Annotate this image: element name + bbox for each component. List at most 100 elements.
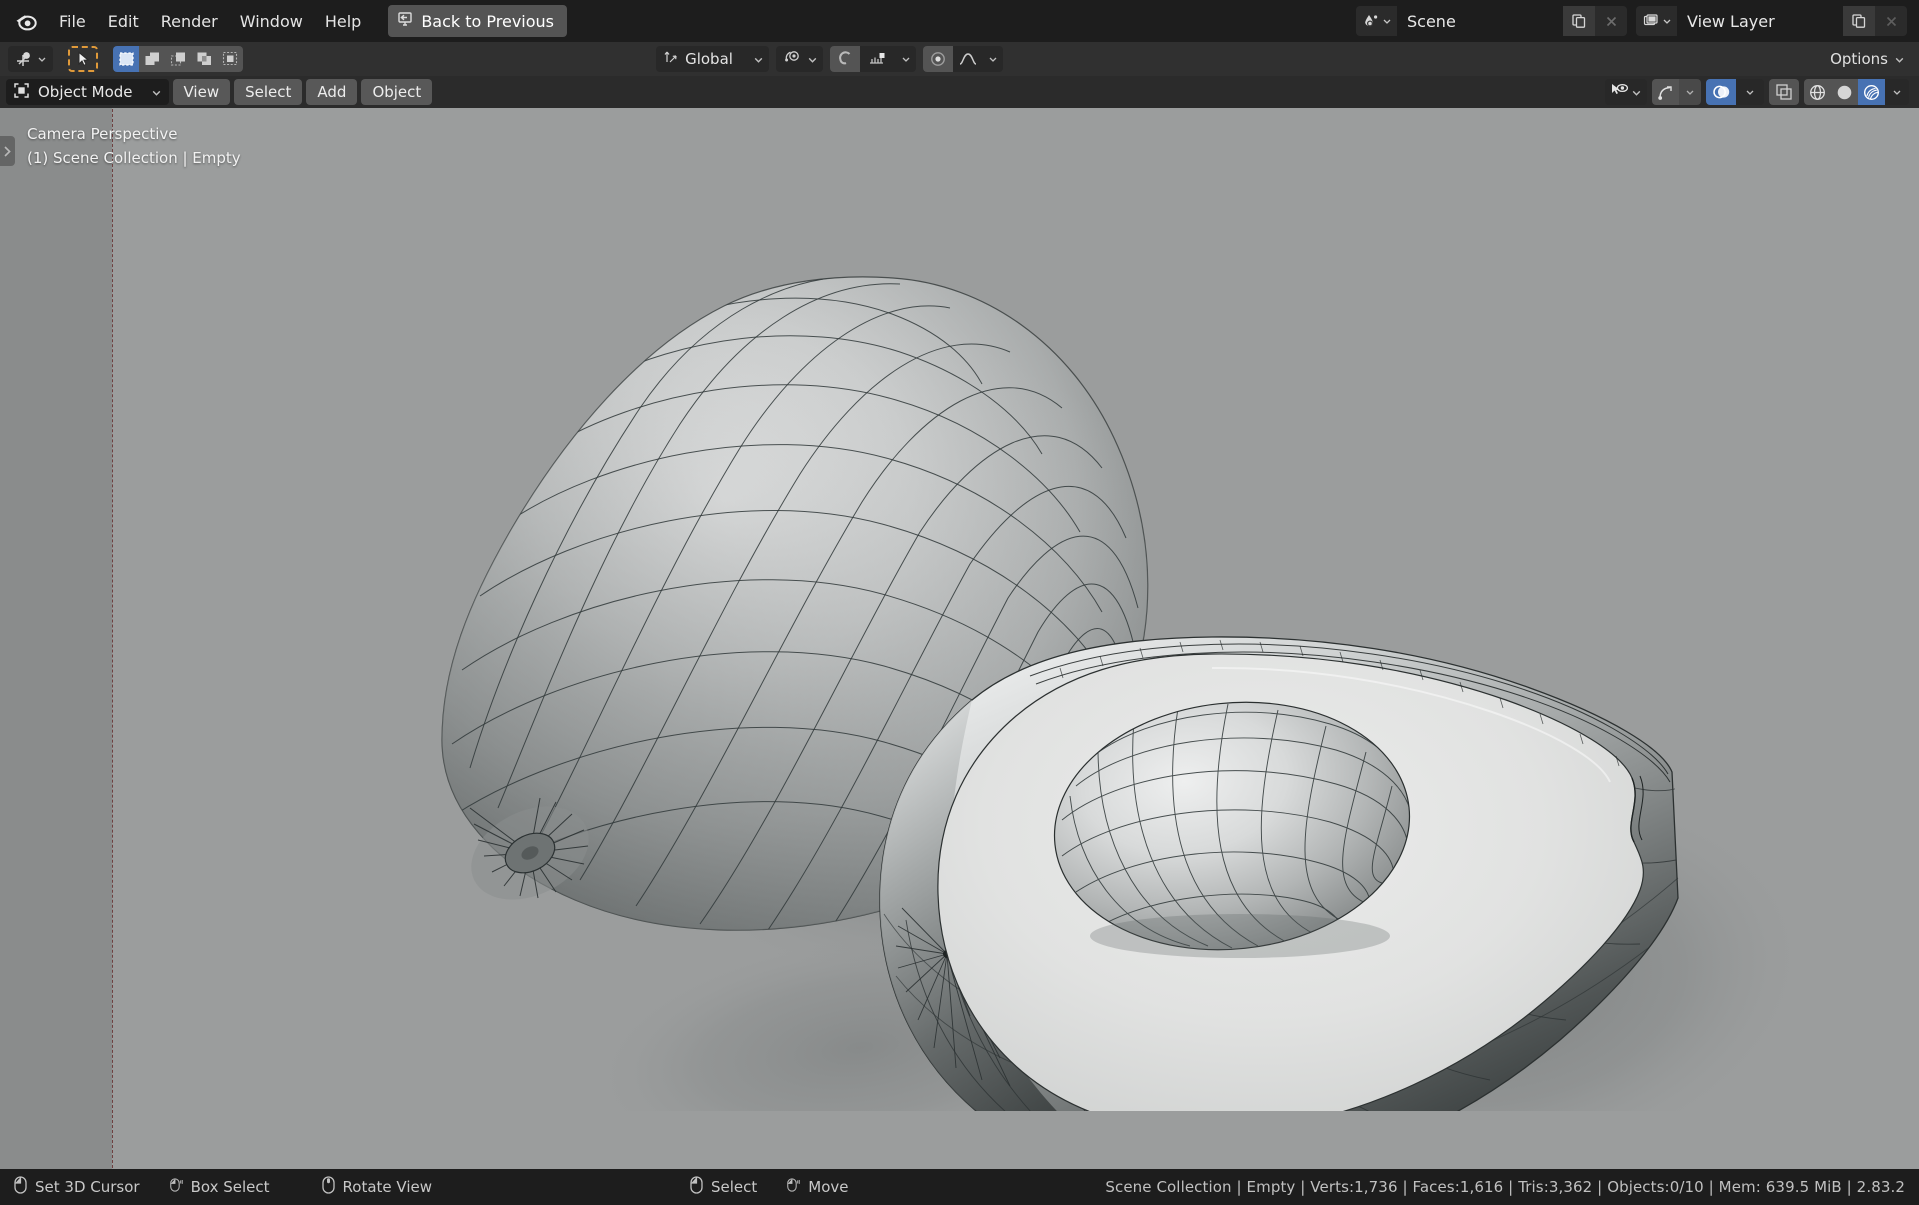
shading-dropdown[interactable] <box>1885 79 1909 105</box>
chevron-down-icon <box>753 54 764 65</box>
overlays-icon[interactable] <box>1706 79 1736 105</box>
scene-statistics: Scene Collection | Empty | Verts:1,736 |… <box>1105 1178 1905 1196</box>
status-hint-label: Move <box>808 1178 848 1196</box>
menu-window[interactable]: Window <box>229 7 314 36</box>
transform-orientation-dropdown[interactable]: Global <box>656 46 769 72</box>
topbar-id-blocks: Scene <box>1356 6 1913 36</box>
back-arrow-icon <box>396 10 414 32</box>
transform-tool-settings: Global <box>656 46 1003 72</box>
mouse-left-icon <box>690 1176 703 1198</box>
view-layer-icon[interactable] <box>1636 6 1677 36</box>
shading-mode-group <box>1804 79 1909 105</box>
object-visibility-dropdown[interactable] <box>1605 79 1647 105</box>
viewport-sidebar-toggle[interactable] <box>0 136 15 166</box>
scene-unlink-button[interactable] <box>1595 6 1627 36</box>
falloff-dropdown[interactable] <box>983 46 1003 72</box>
blender-logo-icon[interactable] <box>12 7 40 35</box>
orientation-label: Global <box>685 50 733 68</box>
chevron-down-icon <box>151 87 162 98</box>
viewport-info-overlay: Camera Perspective (1) Scene Collection … <box>27 122 241 170</box>
viewport-collection-label: (1) Scene Collection | Empty <box>27 146 241 170</box>
avocado-half <box>880 637 1678 1111</box>
status-hint-set-3d-cursor: Set 3D Cursor <box>14 1176 140 1198</box>
top-bar: File Edit Render Window Help Back to Pre… <box>0 0 1919 42</box>
tool-settings-bar: Global <box>0 42 1919 76</box>
gizmo-icon[interactable] <box>1652 79 1679 105</box>
overlays-group <box>1706 79 1764 105</box>
tool-options-dropdown[interactable]: Options <box>1824 50 1911 68</box>
view-layer-name-field[interactable]: View Layer <box>1677 6 1843 36</box>
vp-menu-view[interactable]: View <box>173 79 231 105</box>
shading-solid[interactable] <box>1831 79 1858 105</box>
select-extend[interactable] <box>139 46 165 72</box>
object-mode-icon <box>13 82 30 103</box>
viewport-view-label: Camera Perspective <box>27 122 241 146</box>
shading-wireframe[interactable] <box>1804 79 1831 105</box>
scene-icon[interactable] <box>1356 6 1397 36</box>
viewport-header-right <box>1605 79 1913 105</box>
status-hint-rotate-view: Rotate View <box>322 1176 432 1198</box>
back-to-previous-label: Back to Previous <box>421 12 554 31</box>
viewport-render <box>0 108 1919 1111</box>
scene-selector[interactable]: Scene <box>1356 6 1627 36</box>
view-layer-selector[interactable]: View Layer <box>1636 6 1907 36</box>
mouse-left-drag-icon <box>170 1176 183 1198</box>
status-hint-label: Box Select <box>191 1178 270 1196</box>
status-hint-label: Rotate View <box>343 1178 432 1196</box>
status-hint-move: Move <box>787 1176 848 1198</box>
view-layer-new-button[interactable] <box>1843 6 1875 36</box>
3d-viewport[interactable]: Camera Perspective (1) Scene Collection … <box>0 108 1919 1169</box>
snap-increment-icon[interactable] <box>860 46 896 72</box>
menu-help[interactable]: Help <box>314 7 372 36</box>
interaction-mode-dropdown[interactable]: Object Mode <box>6 79 169 105</box>
menu-render[interactable]: Render <box>150 7 229 36</box>
view-layer-unlink-button[interactable] <box>1875 6 1907 36</box>
blender-window: File Edit Render Window Help Back to Pre… <box>0 0 1919 1205</box>
gizmo-group <box>1652 79 1701 105</box>
chevron-right-icon <box>3 145 12 158</box>
pivot-point-dropdown[interactable] <box>776 46 823 72</box>
status-hint-select: Select <box>690 1176 757 1198</box>
transform-pivot-icon[interactable] <box>8 46 53 72</box>
select-subtract[interactable] <box>165 46 191 72</box>
gizmo-dropdown[interactable] <box>1679 79 1701 105</box>
status-hint-label: Select <box>711 1178 757 1196</box>
vp-menu-add[interactable]: Add <box>306 79 357 105</box>
status-hint-label: Set 3D Cursor <box>35 1178 140 1196</box>
select-invert[interactable] <box>191 46 217 72</box>
select-intersect[interactable] <box>217 46 243 72</box>
vp-menu-select[interactable]: Select <box>234 79 302 105</box>
orientation-axis-icon <box>663 49 679 69</box>
snap-magnet-icon[interactable] <box>830 46 860 72</box>
scene-name-field[interactable]: Scene <box>1397 6 1563 36</box>
shading-material-preview[interactable] <box>1858 79 1885 105</box>
viewport-header: Object Mode View Select Add Object <box>0 76 1919 108</box>
select-set-new[interactable] <box>113 46 139 72</box>
pivot-point-icon <box>783 49 801 69</box>
chevron-down-icon <box>1894 54 1905 65</box>
menu-edit[interactable]: Edit <box>97 7 150 36</box>
chevron-down-icon <box>1631 87 1642 98</box>
status-hint-box-select: Box Select <box>170 1176 270 1198</box>
overlays-dropdown[interactable] <box>1736 79 1764 105</box>
mouse-middle-icon <box>322 1176 335 1198</box>
interaction-mode-label: Object Mode <box>38 83 133 101</box>
menu-file[interactable]: File <box>48 7 97 36</box>
back-to-previous-button[interactable]: Back to Previous <box>388 5 567 37</box>
select-mode-group <box>113 46 243 72</box>
mouse-left-icon <box>14 1176 27 1198</box>
vp-menu-object[interactable]: Object <box>361 79 432 105</box>
proportional-edit-icon[interactable] <box>923 46 953 72</box>
chevron-down-icon <box>807 54 818 65</box>
proportional-edit-group <box>923 46 1003 72</box>
snap-dropdown[interactable] <box>896 46 916 72</box>
object-visibility-icon <box>1610 82 1629 103</box>
xray-toggle-icon[interactable] <box>1769 79 1799 105</box>
mouse-left-drag-icon <box>787 1176 800 1198</box>
smooth-falloff-icon[interactable] <box>953 46 983 72</box>
tweak-select-cursor-icon[interactable] <box>68 46 98 72</box>
scene-new-button[interactable] <box>1563 6 1595 36</box>
status-bar: Set 3D Cursor Box Select Rotate View Sel… <box>0 1169 1919 1205</box>
tool-options-label: Options <box>1830 50 1888 68</box>
snap-group <box>830 46 916 72</box>
